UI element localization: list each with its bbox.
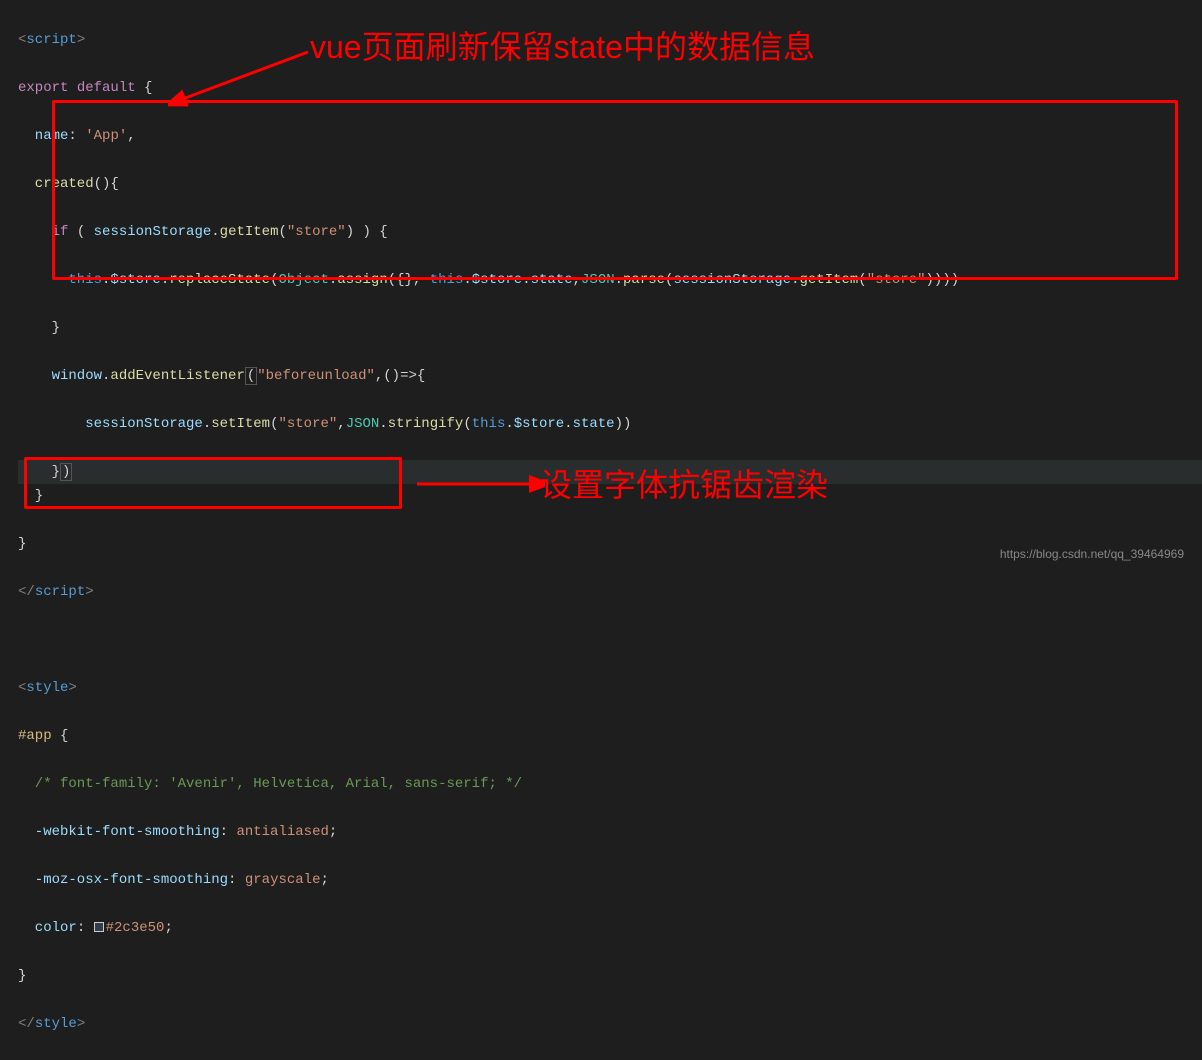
code-line: #app { [18,724,1202,748]
code-line: window.addEventListener("beforeunload",(… [18,364,1202,388]
code-line [18,628,1202,652]
code-line: </style> [18,1012,1202,1036]
code-line: export default { [18,76,1202,100]
code-line: name: 'App', [18,124,1202,148]
code-line: } [18,964,1202,988]
code-line: if ( sessionStorage.getItem("store") ) { [18,220,1202,244]
code-line: <style> [18,676,1202,700]
code-line: color: #2c3e50; [18,916,1202,940]
color-swatch-icon [94,922,104,932]
code-line: sessionStorage.setItem("store",JSON.stri… [18,412,1202,436]
code-line: this.$store.replaceState(Object.assign({… [18,268,1202,292]
annotation-bottom: 设置字体抗锯齿渲染 [540,460,828,506]
annotation-top: vue页面刷新保留state中的数据信息 [310,22,815,68]
code-editor[interactable]: <script> export default { name: 'App', c… [0,0,1202,1060]
code-line: } [18,316,1202,340]
code-line: </script> [18,580,1202,604]
code-line: /* font-family: 'Avenir', Helvetica, Ari… [18,772,1202,796]
watermark: https://blog.csdn.net/qq_39464969 [1000,547,1184,561]
code-line: -webkit-font-smoothing: antialiased; [18,820,1202,844]
code-line: -moz-osx-font-smoothing: grayscale; [18,868,1202,892]
code-line: created(){ [18,172,1202,196]
